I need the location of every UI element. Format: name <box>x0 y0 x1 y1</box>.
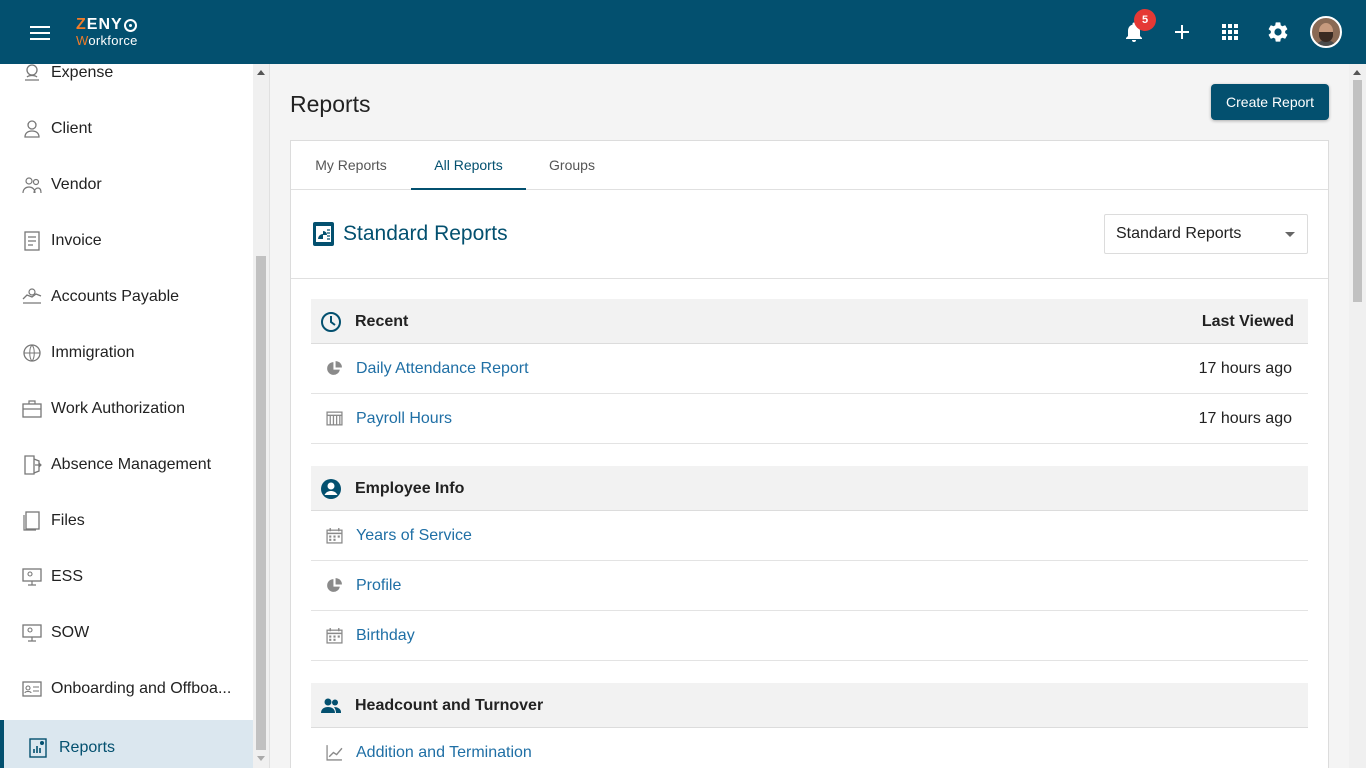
report-link-profile[interactable]: Profile <box>356 577 401 595</box>
calendar-icon <box>326 528 343 544</box>
report-type-select[interactable]: Standard Reports <box>1104 214 1308 254</box>
client-icon <box>24 120 40 138</box>
tab-all-reports[interactable]: All Reports <box>411 141 526 190</box>
logo[interactable]: Z ENY Workforce <box>76 16 138 48</box>
sidebar-item-onboarding[interactable]: Onboarding and Offboa... <box>0 661 253 717</box>
reports-icon <box>29 738 47 758</box>
report-link-daily-attendance[interactable]: Daily Attendance Report <box>356 360 529 378</box>
list-item: Years of Service <box>311 511 1308 561</box>
divider <box>269 64 270 768</box>
last-viewed-time: 17 hours ago <box>1198 360 1292 377</box>
accounts-payable-icon <box>22 288 42 304</box>
standard-reports-header: Standard Reports Standard Reports <box>291 190 1328 279</box>
group-header-employee-info: Employee Info <box>311 466 1308 511</box>
notification-badge: 5 <box>1134 9 1156 31</box>
gear-icon[interactable] <box>1266 20 1290 44</box>
sidebar-item-vendor[interactable]: Vendor <box>0 157 253 213</box>
sidebar-item-client[interactable]: Client <box>0 101 253 157</box>
report-link-addition-termination[interactable]: Addition and Termination <box>356 744 532 762</box>
work-authorization-icon <box>22 400 42 418</box>
sidebar-item-ess[interactable]: ESS <box>0 549 253 605</box>
invoice-icon <box>24 231 40 251</box>
last-viewed-header: Last Viewed <box>1201 313 1294 330</box>
report-link-payroll-hours[interactable]: Payroll Hours <box>356 410 452 428</box>
immigration-icon <box>23 344 41 362</box>
report-book-icon <box>313 222 334 246</box>
sidebar-item-reports[interactable]: Reports <box>0 720 253 768</box>
main-scrollbar[interactable] <box>1349 64 1366 768</box>
tab-groups[interactable]: Groups <box>526 141 618 190</box>
sidebar-item-sow[interactable]: SOW <box>0 605 253 661</box>
expense-icon <box>25 64 39 81</box>
avatar[interactable] <box>1310 16 1342 48</box>
people-icon <box>321 698 341 713</box>
report-link-years-of-service[interactable]: Years of Service <box>356 527 472 545</box>
list-item: Profile <box>311 561 1308 611</box>
sidebar-item-immigration[interactable]: Immigration <box>0 325 253 381</box>
sidebar-item-invoice[interactable]: Invoice <box>0 213 253 269</box>
group-header-recent: Recent Last Viewed <box>311 299 1308 344</box>
sidebar-item-absence-management[interactable]: Absence Management <box>0 437 253 493</box>
table-icon <box>326 411 343 426</box>
trending-up-icon <box>326 745 343 761</box>
ess-icon <box>22 568 42 586</box>
section-title: Standard Reports <box>343 222 508 245</box>
sidebar-item-accounts-payable[interactable]: Accounts Payable <box>0 269 253 325</box>
apps-grid-icon[interactable] <box>1218 20 1242 44</box>
sidebar: Expense Client Vendor Invoice Accounts P… <box>0 64 253 768</box>
page-title: Reports <box>290 91 371 117</box>
report-link-birthday[interactable]: Birthday <box>356 627 415 645</box>
vendor-icon <box>22 177 42 194</box>
tab-bar: My Reports All Reports Groups <box>291 141 1328 190</box>
list-item: Addition and Termination <box>311 728 1308 768</box>
reports-card: My Reports All Reports Groups Standard R… <box>290 140 1329 768</box>
sidebar-item-expense[interactable]: Expense <box>0 64 253 101</box>
select-value: Standard Reports <box>1116 225 1242 242</box>
person-circle-icon <box>321 479 341 499</box>
sidebar-scrollbar[interactable] <box>253 64 269 768</box>
logo-text: ENY <box>86 16 123 33</box>
plus-icon[interactable] <box>1170 20 1194 44</box>
list-item: Payroll Hours 17 hours ago <box>311 394 1308 444</box>
tab-my-reports[interactable]: My Reports <box>291 141 411 190</box>
files-icon <box>23 511 40 531</box>
last-viewed-time: 17 hours ago <box>1198 410 1292 427</box>
list-item: Birthday <box>311 611 1308 661</box>
sow-icon <box>22 624 42 642</box>
list-item: Daily Attendance Report 17 hours ago <box>311 344 1308 394</box>
top-bar: Z ENY Workforce 5 <box>0 0 1366 64</box>
pie-chart-icon <box>327 361 342 375</box>
menu-icon[interactable] <box>30 26 50 40</box>
group-header-headcount: Headcount and Turnover <box>311 683 1308 728</box>
sidebar-item-work-authorization[interactable]: Work Authorization <box>0 381 253 437</box>
absence-icon <box>24 455 42 475</box>
calendar-icon <box>326 628 343 644</box>
onboarding-icon <box>22 681 42 697</box>
create-report-button[interactable]: Create Report <box>1211 84 1329 120</box>
pie-chart-icon <box>327 578 342 592</box>
clock-icon <box>321 312 341 332</box>
sidebar-item-files[interactable]: Files <box>0 493 253 549</box>
chevron-down-icon <box>1285 232 1295 237</box>
